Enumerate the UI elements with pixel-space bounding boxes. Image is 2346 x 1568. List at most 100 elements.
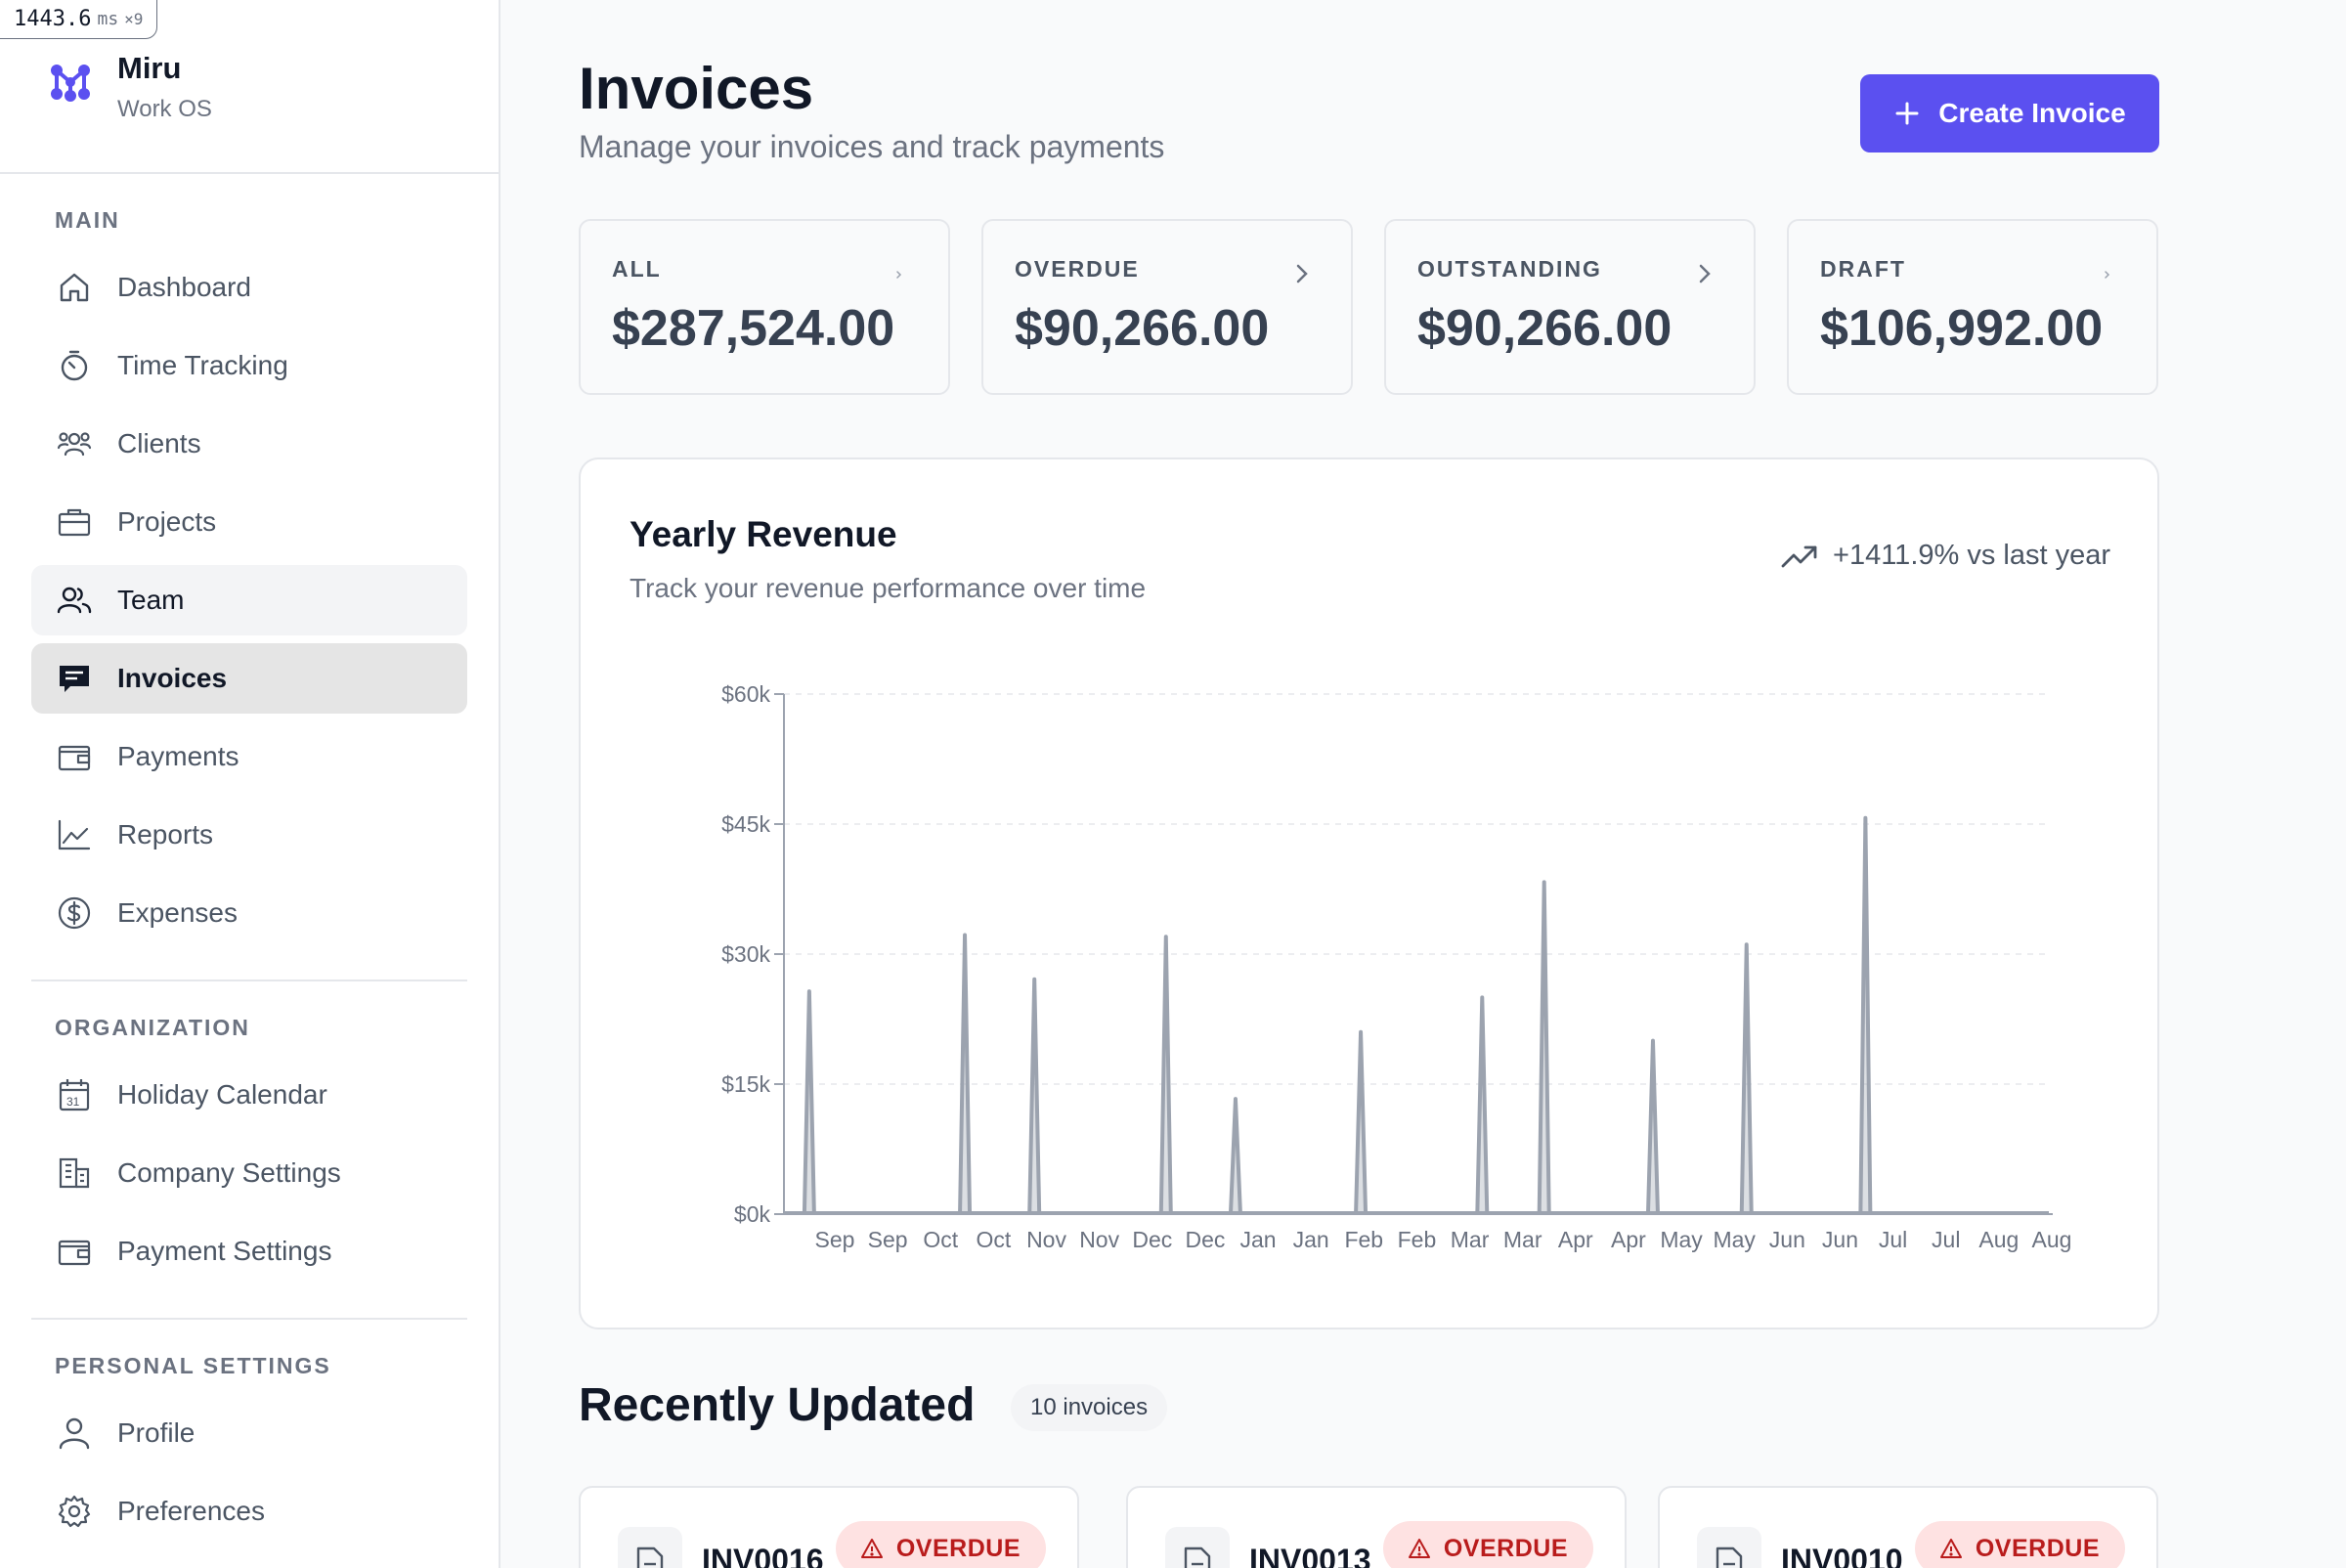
users-group-icon — [57, 432, 92, 457]
sidebar-item-expenses[interactable]: Expenses — [31, 878, 467, 948]
x-tick-label: Aug — [2032, 1227, 2072, 1252]
stat-card-overdue[interactable]: OVERDUE $90,266.00 — [981, 219, 1353, 395]
sidebar-item-payment-settings[interactable]: Payment Settings — [31, 1216, 467, 1286]
team-icon — [57, 587, 92, 614]
x-tick-label: Jul — [1879, 1227, 1907, 1252]
chevron-right-icon — [1699, 264, 1711, 283]
y-tick-label: $45k — [721, 811, 770, 837]
warning-icon — [1939, 1539, 1962, 1558]
sidebar-item-company-settings[interactable]: Company Settings — [31, 1138, 467, 1208]
sidebar-item-clients[interactable]: Clients — [31, 409, 467, 479]
stat-label: OUTSTANDING — [1417, 256, 1602, 282]
x-tick-label: Jan — [1293, 1227, 1329, 1252]
stat-card-outstanding[interactable]: OUTSTANDING $90,266.00 — [1384, 219, 1756, 395]
x-tick-label: Dec — [1132, 1227, 1172, 1252]
document-icon-box — [1165, 1527, 1230, 1568]
x-tick-label: Jul — [1932, 1227, 1960, 1252]
invoice-id: INV0010 — [1781, 1543, 1903, 1568]
sidebar-item-label: Team — [117, 585, 185, 615]
svg-text:31: 31 — [66, 1095, 80, 1109]
warning-icon — [1408, 1539, 1430, 1558]
brand-subtitle: Work OS — [117, 96, 212, 122]
status-badge: OVERDUE — [835, 1521, 1046, 1568]
chevron-right-icon — [1296, 264, 1308, 283]
sidebar-item-projects[interactable]: Projects — [31, 487, 467, 557]
page-title: Invoices — [579, 56, 814, 121]
stat-card-all[interactable]: ALL $287,524.00 — [579, 219, 950, 395]
sidebar-item-reports[interactable]: Reports — [31, 800, 467, 870]
invoice-card[interactable]: INV0013 OVERDUE — [1126, 1486, 1627, 1568]
x-tick-label: May — [1660, 1227, 1703, 1252]
revenue-chart: $0k $15k $30k $45k $60k Sep Sep Oct Oct Nov Nov Dec… — [721, 681, 2072, 1252]
sidebar-item-label: Time Tracking — [117, 350, 288, 380]
user-icon — [59, 1417, 90, 1450]
sidebar-item-profile[interactable]: Profile — [31, 1398, 467, 1468]
section-label-main: MAIN — [55, 207, 120, 233]
document-icon-box — [1697, 1527, 1761, 1568]
stat-label: DRAFT — [1820, 256, 1906, 282]
status-badge: OVERDUE — [1914, 1521, 2125, 1568]
sidebar-item-dashboard[interactable]: Dashboard — [31, 252, 467, 323]
status-label: OVERDUE — [1975, 1534, 2100, 1562]
perf-badge: 1443.6 ms ×9 — [0, 0, 158, 39]
stat-label: ALL — [612, 256, 662, 282]
document-icon — [636, 1546, 664, 1568]
invoice-icon — [60, 666, 89, 692]
x-tick-label: Feb — [1398, 1227, 1437, 1252]
miru-logo-icon — [51, 65, 90, 102]
x-tick-label: Jun — [1769, 1227, 1805, 1252]
x-tick-label: Jun — [1822, 1227, 1858, 1252]
brand-name: Miru — [117, 51, 182, 85]
dollar-circle-icon — [58, 896, 91, 930]
x-tick-label: Aug — [1978, 1227, 2019, 1252]
calendar-icon: 31 — [59, 1079, 90, 1111]
x-tick-label: Apr — [1611, 1227, 1646, 1252]
warning-icon — [860, 1539, 883, 1558]
stat-label: OVERDUE — [1015, 256, 1140, 282]
invoice-card[interactable]: INV0016 OVERDUE — [579, 1486, 1079, 1568]
y-tick-label: $0k — [734, 1201, 771, 1227]
x-tick-label: Mar — [1503, 1227, 1542, 1252]
building-icon — [59, 1157, 90, 1189]
sidebar-item-label: Expenses — [117, 897, 238, 928]
sidebar-item-label: Clients — [117, 428, 201, 458]
section-label-personal-settings: PERSONAL SETTINGS — [55, 1353, 331, 1378]
invoice-card[interactable]: INV0010 OVERDUE — [1658, 1486, 2158, 1568]
gear-icon — [58, 1495, 91, 1528]
x-tick-label: Mar — [1451, 1227, 1490, 1252]
sidebar-item-team[interactable]: Team — [31, 565, 467, 635]
perf-value: 1443.6 — [14, 7, 92, 31]
y-tick-label: $60k — [721, 681, 770, 707]
document-icon — [1184, 1546, 1211, 1568]
sidebar-item-invoices[interactable]: Invoices — [31, 643, 467, 714]
y-tick-label: $30k — [721, 941, 770, 967]
y-tick-label: $15k — [721, 1071, 770, 1097]
sidebar-item-label: Invoices — [117, 663, 228, 693]
revenue-chart-card: Yearly Revenue Track your revenue perfor… — [579, 457, 2159, 1329]
section-label-organization: ORGANIZATION — [55, 1015, 250, 1040]
sidebar-divider — [31, 1318, 467, 1320]
document-icon — [1716, 1546, 1743, 1568]
perf-multiplier: ×9 — [124, 10, 144, 28]
sidebar-item-label: Payment Settings — [117, 1236, 332, 1266]
create-invoice-label: Create Invoice — [1938, 98, 2126, 128]
sidebar-item-holiday-calendar[interactable]: 31 Holiday Calendar — [31, 1060, 467, 1130]
invoice-id: INV0016 — [702, 1543, 824, 1568]
sidebar-item-label: Projects — [117, 506, 217, 537]
create-invoice-button[interactable]: Create Invoice — [1860, 74, 2159, 152]
x-tick-label: Sep — [868, 1227, 908, 1252]
x-tick-label: Dec — [1185, 1227, 1225, 1252]
sidebar-item-time-tracking[interactable]: Time Tracking — [31, 330, 467, 401]
recently-updated-title: Recently Updated — [579, 1379, 976, 1431]
sidebar-item-payments[interactable]: Payments — [31, 721, 467, 792]
chevron-right-icon — [2105, 271, 2110, 279]
sidebar-item-label: Preferences — [117, 1496, 265, 1526]
x-tick-label: Feb — [1344, 1227, 1383, 1252]
briefcase-icon — [58, 508, 91, 537]
page-subtitle: Manage your invoices and track payments — [579, 129, 1165, 164]
wallet-icon — [58, 1240, 91, 1266]
x-tick-label: Sep — [815, 1227, 855, 1252]
stat-card-draft[interactable]: DRAFT $106,992.00 — [1787, 219, 2158, 395]
sidebar-item-preferences[interactable]: Preferences — [31, 1476, 467, 1546]
x-tick-label: Apr — [1558, 1227, 1593, 1252]
